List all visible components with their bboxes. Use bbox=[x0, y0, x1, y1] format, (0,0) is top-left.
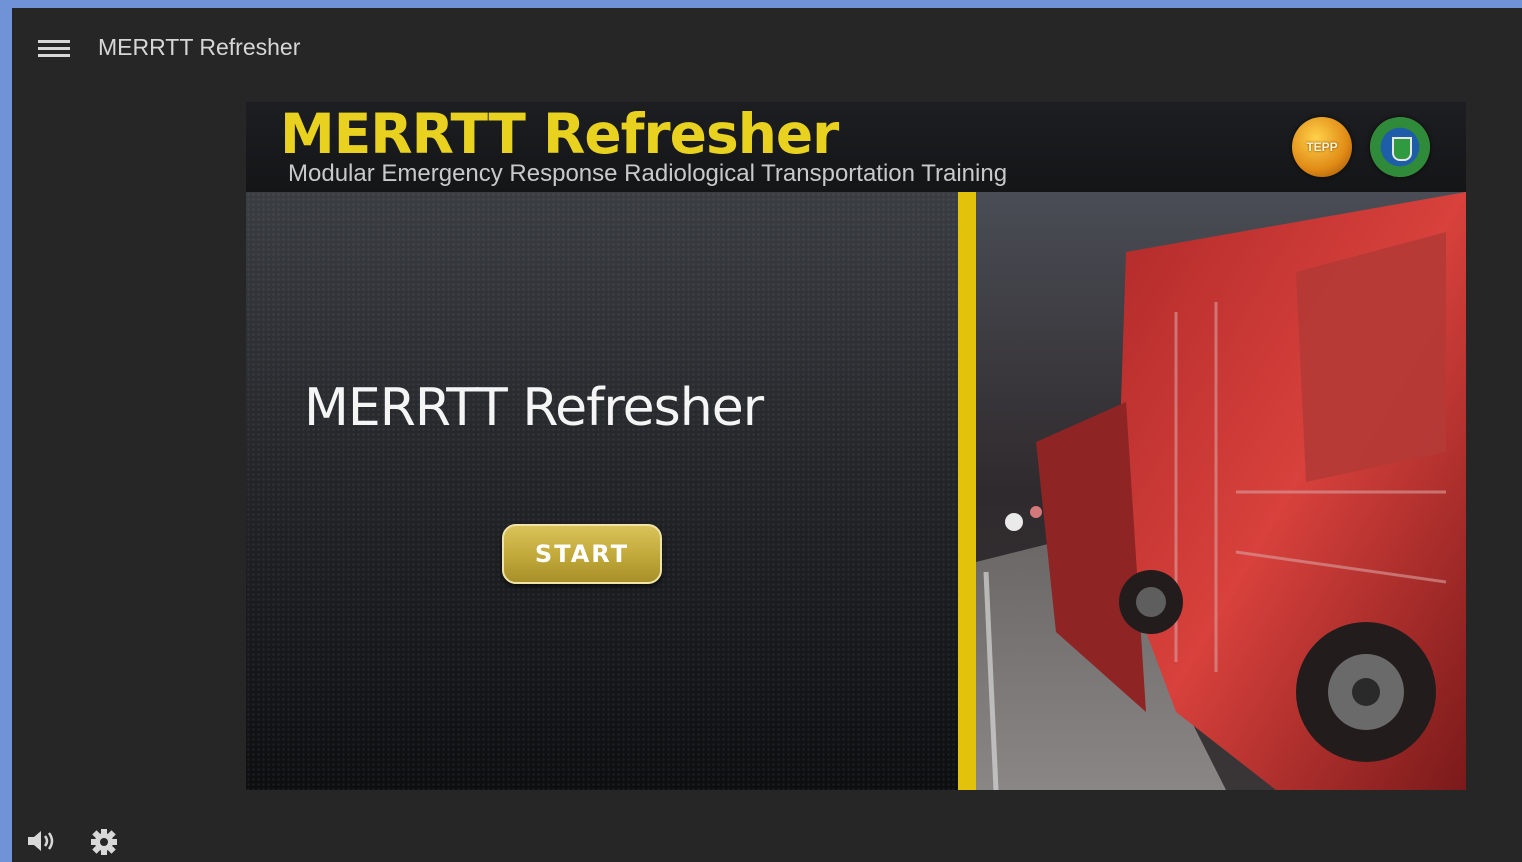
fire-truck-photo bbox=[976, 192, 1466, 790]
app-title: MERRTT Refresher bbox=[98, 34, 301, 60]
tepp-logo-icon: TEPP bbox=[1292, 117, 1352, 177]
title-panel: MERRTT Refresher START bbox=[246, 192, 958, 790]
hamburger-menu-icon[interactable] bbox=[38, 40, 70, 60]
header-subtitle: Modular Emergency Response Radiological … bbox=[288, 160, 1008, 187]
slide-header: MERRTT Refresher Modular Emergency Respo… bbox=[246, 102, 1466, 192]
course-slide: MERRTT Refresher Modular Emergency Respo… bbox=[246, 102, 1466, 790]
app-window: MERRTT Refresher MERRTT Refresher Modula… bbox=[12, 8, 1522, 862]
main-title: MERRTT Refresher bbox=[304, 378, 764, 438]
volume-icon[interactable] bbox=[26, 828, 58, 854]
doe-seal-icon bbox=[1370, 117, 1430, 177]
doe-shield-icon bbox=[1392, 137, 1412, 161]
accent-divider bbox=[958, 192, 976, 790]
start-button[interactable]: START bbox=[502, 524, 662, 584]
fire-truck-illustration bbox=[976, 192, 1466, 790]
top-bar: MERRTT Refresher bbox=[12, 8, 1522, 88]
tepp-logo-label: TEPP bbox=[1306, 140, 1338, 154]
gear-icon[interactable] bbox=[90, 828, 118, 856]
header-title: MERRTT Refresher bbox=[280, 102, 839, 166]
